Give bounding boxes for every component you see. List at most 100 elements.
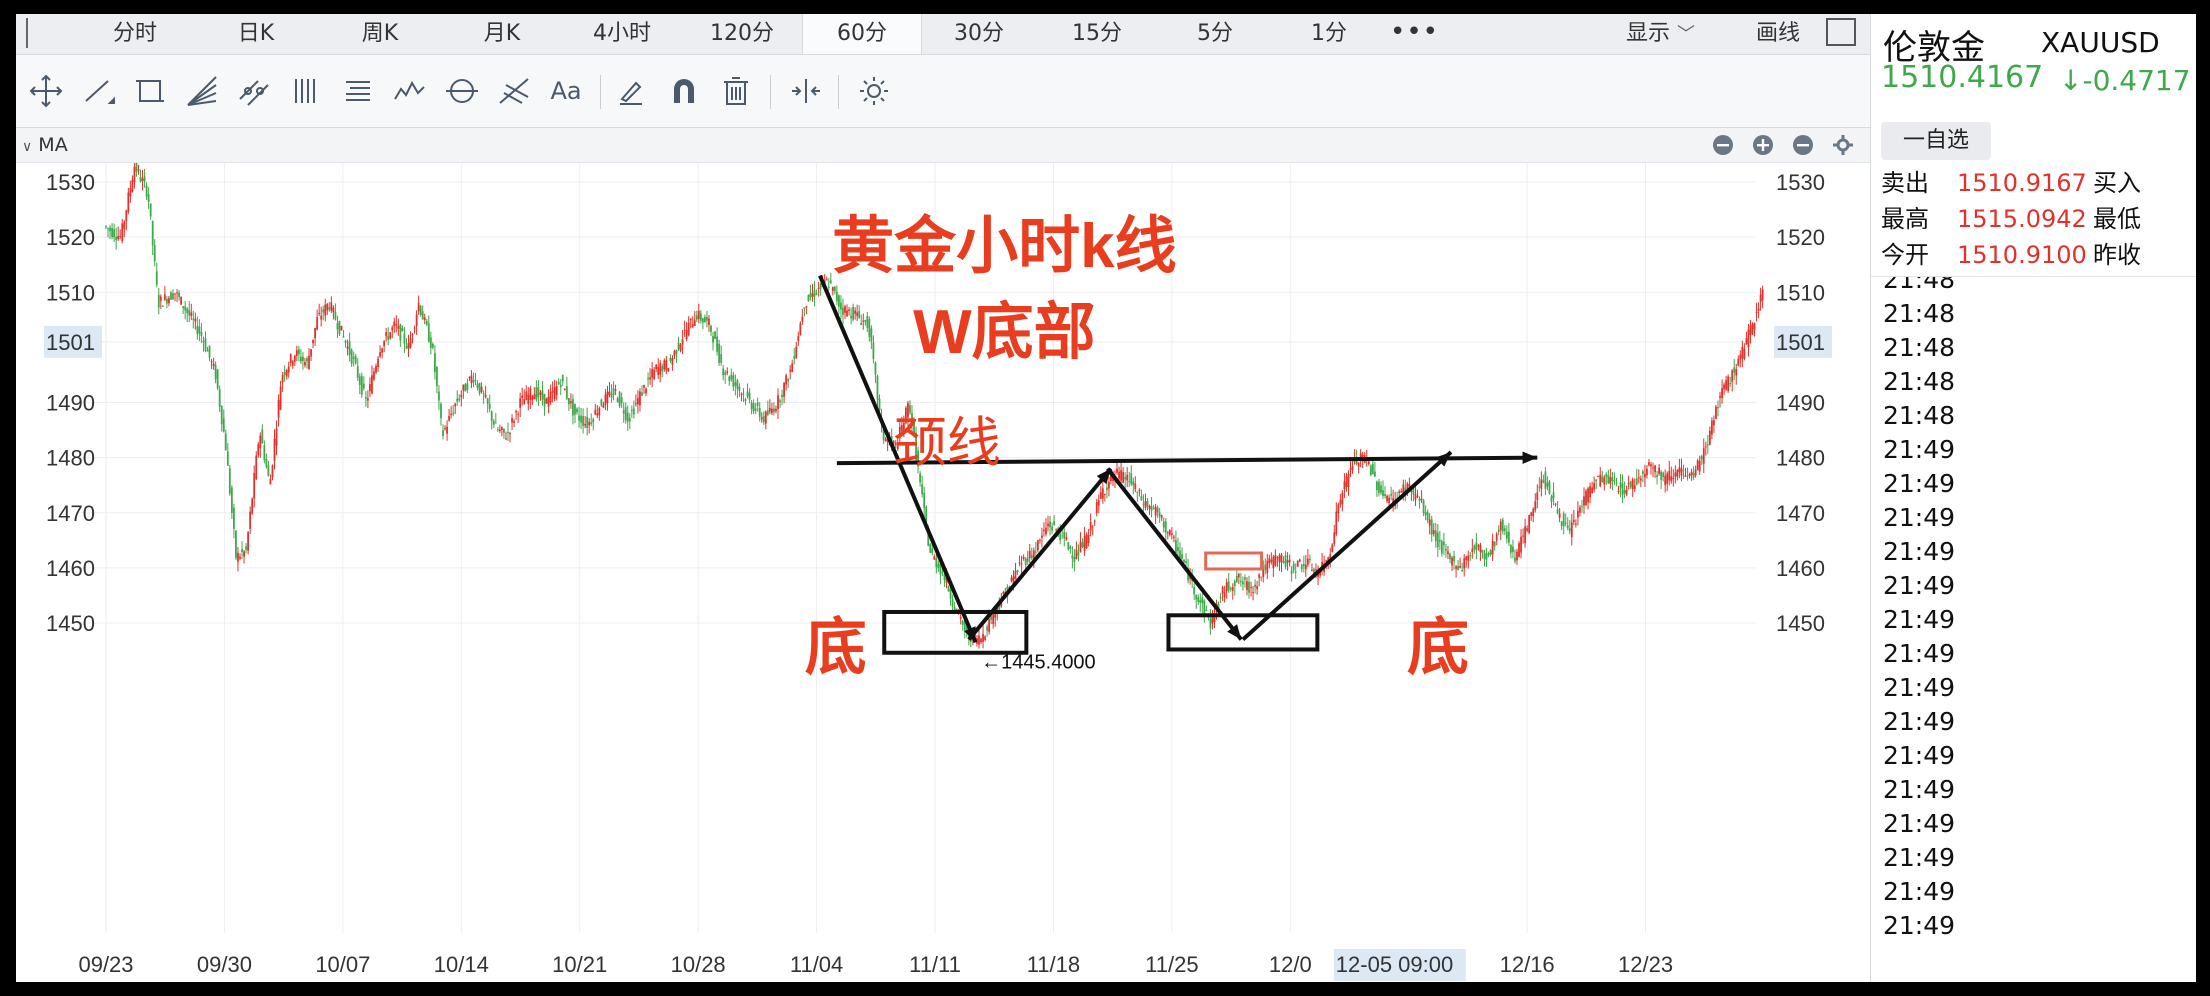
candle-body bbox=[1239, 580, 1242, 582]
timeframe-tab[interactable]: 15分 bbox=[1038, 14, 1156, 54]
last-price: 1510.4167 bbox=[1881, 60, 2044, 95]
candle-body bbox=[738, 386, 741, 391]
candle-body bbox=[701, 318, 704, 323]
candle-body bbox=[783, 383, 785, 397]
candle-body bbox=[953, 606, 956, 611]
candle-body bbox=[1142, 503, 1145, 505]
candle-body bbox=[1613, 480, 1616, 482]
timeframe-tab[interactable]: 30分 bbox=[920, 14, 1038, 54]
line-tool-icon[interactable] bbox=[78, 71, 118, 111]
candle-body bbox=[1680, 468, 1683, 476]
tick-time: 21:49 bbox=[1883, 911, 1956, 940]
timeframe-tab[interactable]: 分时 bbox=[76, 14, 194, 54]
candle-body bbox=[218, 389, 221, 407]
candle-body bbox=[1516, 551, 1518, 561]
candle-body bbox=[1069, 546, 1072, 549]
candle-body bbox=[431, 343, 434, 348]
ma-label: MA bbox=[38, 134, 68, 156]
candle-body bbox=[241, 549, 243, 552]
candle-body bbox=[805, 306, 808, 308]
candle-body bbox=[265, 459, 268, 467]
candle-body bbox=[1745, 338, 1748, 345]
candle-body bbox=[1146, 501, 1149, 507]
panel-toggle-icon[interactable] bbox=[1826, 18, 1856, 46]
candle-body bbox=[1426, 511, 1429, 521]
candle-body bbox=[641, 392, 643, 396]
text-lines-icon[interactable] bbox=[338, 71, 378, 111]
minus-circle-icon[interactable] bbox=[1712, 134, 1734, 156]
settings-gear-icon[interactable] bbox=[854, 71, 894, 111]
timeframe-tab[interactable]: 5分 bbox=[1156, 14, 1274, 54]
sidebar-toggle-icon[interactable] bbox=[18, 18, 28, 48]
add-watchlist-button[interactable]: 一自选 bbox=[1881, 122, 1991, 160]
candle-body bbox=[803, 307, 806, 310]
trash-icon[interactable] bbox=[716, 71, 756, 111]
candle-body bbox=[1065, 537, 1068, 540]
wave-tool-icon[interactable] bbox=[390, 71, 430, 111]
candle-body bbox=[1729, 382, 1732, 384]
candle-body bbox=[1091, 526, 1094, 528]
candle-body bbox=[427, 323, 430, 342]
draw-line-button[interactable]: 画线 bbox=[1756, 14, 1800, 54]
timeframe-tab[interactable]: 120分 bbox=[682, 14, 802, 54]
candle-body bbox=[330, 302, 333, 311]
timeframe-tab[interactable]: 日K bbox=[194, 14, 318, 54]
candle-body bbox=[1128, 481, 1131, 483]
channel-tool-icon[interactable] bbox=[234, 71, 274, 111]
candle-body bbox=[133, 166, 136, 183]
candle-body bbox=[643, 385, 645, 388]
more-timeframes-button[interactable]: ••• bbox=[1390, 14, 1438, 54]
candle-body bbox=[358, 376, 361, 385]
candle-body bbox=[695, 315, 698, 320]
candle-body bbox=[1445, 548, 1447, 551]
candle-body bbox=[1621, 483, 1624, 496]
candle-body bbox=[196, 326, 199, 335]
measure-icon[interactable] bbox=[786, 71, 826, 111]
display-menu[interactable]: 显示 ﹀ bbox=[1626, 14, 1695, 54]
candle-body bbox=[505, 438, 507, 440]
circle-tool-icon[interactable] bbox=[442, 71, 482, 111]
candle-body bbox=[1593, 483, 1596, 490]
magnet-icon[interactable] bbox=[664, 71, 704, 111]
candle-body bbox=[1390, 493, 1393, 496]
candle-body bbox=[1376, 481, 1378, 491]
cursor-move-icon[interactable] bbox=[26, 71, 66, 111]
candle-body bbox=[117, 236, 120, 240]
candle-body bbox=[1534, 501, 1537, 510]
candle-body bbox=[1485, 553, 1488, 560]
candle-body bbox=[1646, 468, 1648, 476]
candle-body bbox=[316, 317, 319, 330]
tick-list[interactable]: 21:48 21:48 21:48 21:48 21:48 21:49 21:49 21:49… bbox=[1871, 276, 2196, 982]
candle-body bbox=[811, 293, 814, 297]
plus-circle-icon[interactable] bbox=[1752, 134, 1774, 156]
candle-body bbox=[616, 398, 619, 403]
timeframe-tab[interactable]: 月K bbox=[442, 14, 562, 54]
candle-body bbox=[706, 317, 708, 321]
fork-tool-icon[interactable] bbox=[494, 71, 534, 111]
fan-tool-icon[interactable] bbox=[182, 71, 222, 111]
candle-body bbox=[669, 357, 672, 361]
timeframe-tab[interactable]: 1分 bbox=[1274, 14, 1384, 54]
pencil-icon[interactable] bbox=[612, 71, 652, 111]
chart-area[interactable]: 1450 1450 1460 1460 1470 1470 1480 1480 1490 1490… bbox=[16, 163, 1870, 982]
candle-body bbox=[273, 438, 276, 461]
remove-circle-icon[interactable] bbox=[1792, 134, 1814, 156]
text-tool[interactable]: Aa bbox=[546, 71, 586, 111]
candle-body bbox=[1562, 513, 1565, 527]
timeframe-tab[interactable]: 4小时 bbox=[562, 14, 682, 54]
candlestick-chart[interactable]: 1450 1450 1460 1460 1470 1470 1480 1480 1490 1490… bbox=[16, 163, 1870, 982]
vertical-lines-icon[interactable] bbox=[286, 71, 326, 111]
candle-body bbox=[1116, 468, 1118, 473]
timeframe-tab[interactable]: 周K bbox=[318, 14, 442, 54]
tick-time: 21:49 bbox=[1883, 775, 1956, 804]
display-label: 显示 bbox=[1626, 21, 1671, 46]
candle-body bbox=[1288, 559, 1291, 563]
rect-tool-icon[interactable] bbox=[130, 71, 170, 111]
quote-key: 卖出 bbox=[1881, 169, 1929, 197]
timeframe-tab[interactable]: 60分 bbox=[802, 14, 922, 54]
candle-body bbox=[645, 388, 647, 394]
indicator-settings-icon[interactable] bbox=[1832, 134, 1854, 156]
candle-body bbox=[515, 410, 518, 413]
ma-indicator-toggle[interactable]: ∨ MA bbox=[22, 128, 68, 162]
candle-body bbox=[1670, 476, 1673, 482]
